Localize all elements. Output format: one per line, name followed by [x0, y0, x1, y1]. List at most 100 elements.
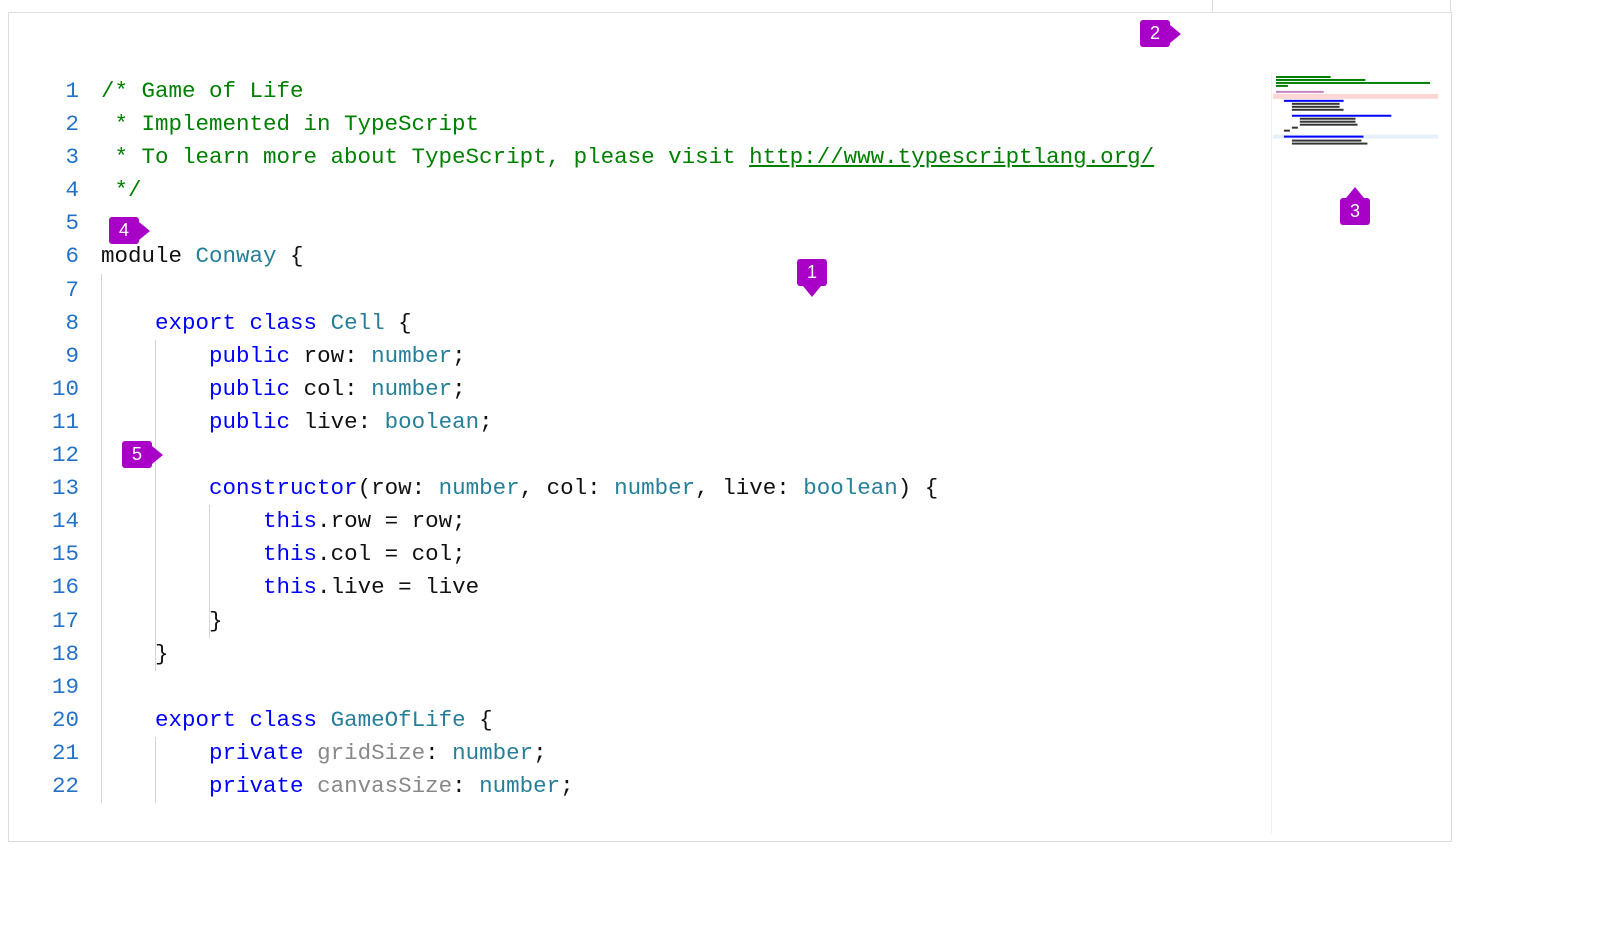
code-token: } [101, 641, 169, 667]
code-token: number [614, 475, 695, 501]
code-token: number [371, 376, 452, 402]
code-token: ; [533, 740, 547, 766]
code-token: boolean [803, 475, 898, 501]
code-line[interactable]: } [101, 638, 1443, 671]
callout-3: 3 [1340, 198, 1370, 225]
code-token: . [317, 508, 331, 534]
code-token: : [358, 409, 385, 435]
code-token: export [155, 707, 236, 733]
code-token [101, 707, 155, 733]
line-number: 18 [19, 638, 79, 671]
callout-label: 2 [1150, 23, 1160, 43]
language-tab-label: JAVASCRIPT [1275, 0, 1428, 1]
code-line[interactable]: /* Game of Life [101, 75, 1443, 108]
code-token [317, 310, 331, 336]
code-token: boolean [385, 409, 480, 435]
code-line[interactable]: public live: boolean; [101, 406, 1443, 439]
code-token [290, 343, 304, 369]
line-number: 15 [19, 538, 79, 571]
code-token [290, 376, 304, 402]
code-token: : [344, 343, 371, 369]
code-token [236, 310, 250, 336]
code-line[interactable]: * Implemented in TypeScript [101, 108, 1443, 141]
code-token: number [452, 740, 533, 766]
code-token [101, 574, 263, 600]
line-number: 12 [19, 439, 79, 472]
code-token: live [331, 574, 385, 600]
callout-label: 4 [119, 220, 129, 240]
code-token: , [520, 475, 547, 501]
code-line[interactable]: public col: number; [101, 373, 1443, 406]
code-token: { [277, 243, 304, 269]
indent-guide [209, 505, 210, 637]
code-line[interactable]: * To learn more about TypeScript, please… [101, 141, 1443, 174]
code-line[interactable]: private canvasSize: number; [101, 770, 1443, 803]
code-token: public [209, 376, 290, 402]
code-line[interactable]: this.live = live [101, 571, 1443, 604]
code-line[interactable]: public row: number; [101, 340, 1443, 373]
code-token: row [412, 508, 453, 534]
code-token: private [209, 740, 304, 766]
code-token: : [412, 475, 439, 501]
callout-label: 5 [132, 444, 142, 464]
code-token [304, 773, 318, 799]
line-number: 22 [19, 770, 79, 803]
code-token: this [263, 541, 317, 567]
code-editor[interactable]: 12345678910111213141516171819202122 /* G… [19, 71, 1443, 835]
callout-4: 4 [109, 217, 139, 244]
line-number: 4 [19, 174, 79, 207]
code-line[interactable] [101, 671, 1443, 704]
code-token: module [101, 243, 196, 269]
code-token: private [209, 773, 304, 799]
line-number: 17 [19, 605, 79, 638]
code-line[interactable]: export class Cell { [101, 307, 1443, 340]
code-token: * To learn more about TypeScript, please… [101, 144, 749, 170]
code-line[interactable]: this.row = row; [101, 505, 1443, 538]
code-token [101, 508, 263, 534]
code-token: { [466, 707, 493, 733]
code-token: export [155, 310, 236, 336]
code-line[interactable]: private gridSize: number; [101, 737, 1443, 770]
editor-panel: JAVASCRIPT 12345678910111213141516171819… [8, 12, 1452, 842]
code-token: col [304, 376, 345, 402]
code-line[interactable]: export class GameOfLife { [101, 704, 1443, 737]
code-line[interactable]: */ [101, 174, 1443, 207]
code-token: canvasSize [317, 773, 452, 799]
line-number: 3 [19, 141, 79, 174]
code-token: : [344, 376, 371, 402]
code-line[interactable]: this.col = col; [101, 538, 1443, 571]
code-line[interactable] [101, 207, 1443, 240]
code-token: col [412, 541, 453, 567]
code-line[interactable] [101, 439, 1443, 472]
callout-label: 3 [1350, 201, 1360, 221]
code-line[interactable] [101, 274, 1443, 307]
code-line[interactable]: module Conway { [101, 240, 1443, 273]
line-number: 6 [19, 240, 79, 273]
code-line[interactable]: constructor(row: number, col: number, li… [101, 472, 1443, 505]
callout-label: 1 [807, 262, 817, 282]
code-line[interactable]: } [101, 605, 1443, 638]
code-token: ; [479, 409, 493, 435]
code-token: row [304, 343, 345, 369]
code-token: col [331, 541, 372, 567]
code-token: : [587, 475, 614, 501]
code-token: constructor [209, 475, 358, 501]
code-token: class [250, 707, 318, 733]
code-token: gridSize [317, 740, 425, 766]
code-token: * Implemented in TypeScript [101, 111, 479, 137]
indent-guide [101, 274, 102, 804]
line-number: 9 [19, 340, 79, 373]
code-token: = [385, 574, 426, 600]
minimap-preview [1272, 73, 1439, 192]
language-tab[interactable]: JAVASCRIPT [1212, 0, 1451, 12]
code-content[interactable]: /* Game of Life * Implemented in TypeScr… [101, 71, 1443, 835]
line-number: 1 [19, 75, 79, 108]
line-number: 7 [19, 274, 79, 307]
code-token: number [439, 475, 520, 501]
line-number: 11 [19, 406, 79, 439]
code-token: row [371, 475, 412, 501]
code-token: : [776, 475, 803, 501]
line-number: 2 [19, 108, 79, 141]
code-token: . [317, 574, 331, 600]
code-token: live [304, 409, 358, 435]
